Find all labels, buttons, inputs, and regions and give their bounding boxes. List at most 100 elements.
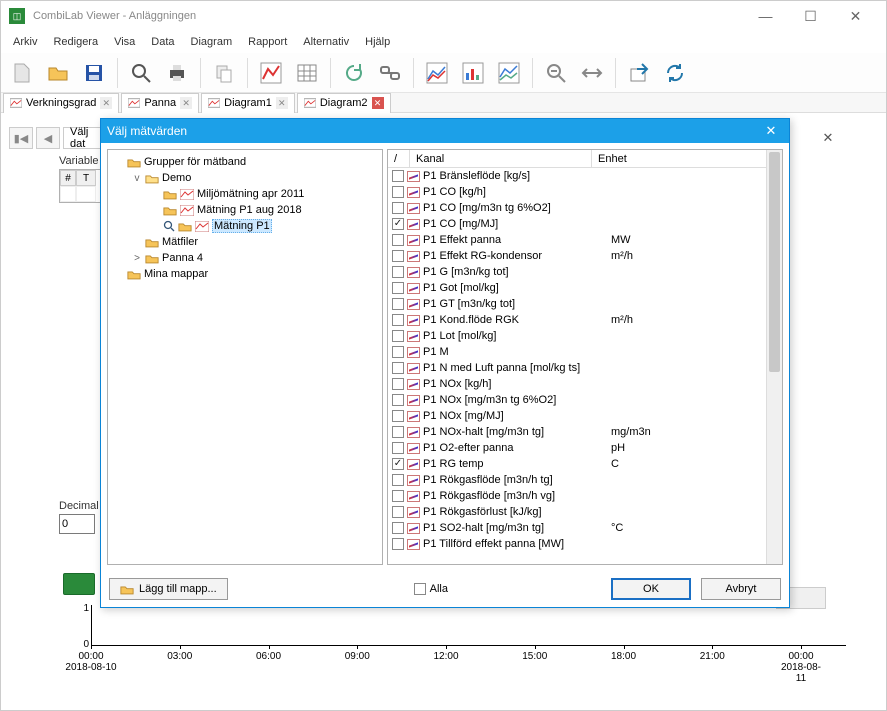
bar-chart-button[interactable]	[456, 56, 490, 90]
alla-checkbox[interactable]	[414, 583, 426, 595]
list-row[interactable]: P1 Rökgasflöde [m3n/h vg]	[388, 488, 782, 504]
grid-header-num[interactable]: #	[60, 170, 76, 186]
tab-diagram1[interactable]: Diagram1✕	[201, 93, 295, 113]
tree-item[interactable]: >Panna 4	[110, 250, 380, 266]
list-row[interactable]: P1 Kond.flöde RGKm²/h	[388, 312, 782, 328]
row-checkbox[interactable]	[392, 490, 404, 502]
menu-redigera[interactable]: Redigera	[45, 34, 106, 50]
apply-button[interactable]	[63, 573, 95, 595]
list-row[interactable]: P1 N med Luft panna [mol/kg ts]	[388, 360, 782, 376]
menu-alternativ[interactable]: Alternativ	[295, 34, 357, 50]
list-row[interactable]: P1 GT [m3n/kg tot]	[388, 296, 782, 312]
menu-diagram[interactable]: Diagram	[183, 34, 241, 50]
row-checkbox[interactable]	[392, 250, 404, 262]
tab-diagram2[interactable]: Diagram2✕	[297, 93, 391, 113]
tree-toggle[interactable]: v	[132, 173, 142, 184]
line-chart-button[interactable]	[254, 56, 288, 90]
row-checkbox[interactable]	[392, 170, 404, 182]
refresh-button[interactable]	[337, 56, 371, 90]
export-button[interactable]	[622, 56, 656, 90]
tab-close-icon[interactable]: ✕	[372, 97, 384, 109]
row-checkbox[interactable]	[392, 234, 404, 246]
tree-item[interactable]: Miljömätning apr 2011	[110, 186, 380, 202]
row-checkbox[interactable]	[392, 282, 404, 294]
sync-button[interactable]	[658, 56, 692, 90]
tree-item[interactable]: Mina mappar	[110, 266, 380, 282]
list-row[interactable]: P1 Bränsleflöde [kg/s]	[388, 168, 782, 184]
cancel-button[interactable]: Avbryt	[701, 578, 781, 600]
multi-chart2-button[interactable]	[492, 56, 526, 90]
list-row[interactable]: P1 NOx [mg/m3n tg 6%O2]	[388, 392, 782, 408]
list-row[interactable]: P1 M	[388, 344, 782, 360]
list-row[interactable]: P1 NOx-halt [mg/m3n tg]mg/m3n	[388, 424, 782, 440]
add-folder-button[interactable]: Lägg till mapp...	[109, 578, 228, 600]
save-button[interactable]	[77, 56, 111, 90]
list-row[interactable]: P1 NOx [mg/MJ]	[388, 408, 782, 424]
minimize-button[interactable]: —	[743, 2, 788, 30]
scrollbar[interactable]	[766, 150, 782, 564]
row-checkbox[interactable]	[392, 314, 404, 326]
tab-verkningsgrad[interactable]: Verkningsgrad✕	[3, 93, 119, 113]
tree-item[interactable]: Grupper för mätband	[110, 154, 380, 170]
list-row[interactable]: P1 G [m3n/kg tot]	[388, 264, 782, 280]
row-checkbox[interactable]	[392, 378, 404, 390]
list-row[interactable]: P1 Effekt pannaMW	[388, 232, 782, 248]
tab-close-icon[interactable]: ✕	[276, 97, 288, 109]
row-checkbox[interactable]	[392, 442, 404, 454]
menu-visa[interactable]: Visa	[106, 34, 143, 50]
zoom-out-button[interactable]	[539, 56, 573, 90]
list-row[interactable]: P1 SO2-halt [mg/m3n tg]°C	[388, 520, 782, 536]
row-checkbox[interactable]	[392, 362, 404, 374]
list-rows[interactable]: P1 Bränsleflöde [kg/s]P1 CO [kg/h]P1 CO …	[388, 168, 782, 564]
menu-data[interactable]: Data	[143, 34, 182, 50]
row-checkbox[interactable]	[392, 410, 404, 422]
menu-hjälp[interactable]: Hjälp	[357, 34, 398, 50]
decimal-input[interactable]	[59, 514, 95, 534]
tab-panna[interactable]: Panna✕	[121, 93, 199, 113]
list-row[interactable]: P1 CO [mg/MJ]	[388, 216, 782, 232]
grid-header-t[interactable]: T	[76, 170, 96, 186]
row-checkbox[interactable]	[392, 186, 404, 198]
tab-close-icon[interactable]: ✕	[180, 97, 192, 109]
row-checkbox[interactable]	[392, 298, 404, 310]
ok-button[interactable]: OK	[611, 578, 691, 600]
list-row[interactable]: P1 Tillförd effekt panna [MW]	[388, 536, 782, 552]
list-row[interactable]: P1 CO [mg/m3n tg 6%O2]	[388, 200, 782, 216]
tab-close-icon[interactable]: ✕	[100, 97, 112, 109]
dialog-titlebar[interactable]: Välj mätvärden ✕	[101, 119, 789, 143]
list-row[interactable]: P1 Rökgasflöde [m3n/h tg]	[388, 472, 782, 488]
tree-item[interactable]: vDemo	[110, 170, 380, 186]
col-enhet[interactable]: Enhet	[592, 150, 782, 167]
row-checkbox[interactable]	[392, 394, 404, 406]
list-row[interactable]: P1 NOx [kg/h]	[388, 376, 782, 392]
print-button[interactable]	[160, 56, 194, 90]
list-row[interactable]: P1 CO [kg/h]	[388, 184, 782, 200]
list-row[interactable]: P1 Lot [mol/kg]	[388, 328, 782, 344]
row-checkbox[interactable]	[392, 474, 404, 486]
tree-item[interactable]: Mätfiler	[110, 234, 380, 250]
panel-close-button[interactable]: ✕	[820, 130, 836, 146]
copy-button[interactable]	[207, 56, 241, 90]
tree-toggle[interactable]: >	[132, 253, 142, 264]
row-checkbox[interactable]	[392, 458, 404, 470]
row-checkbox[interactable]	[392, 506, 404, 518]
multi-chart1-button[interactable]	[420, 56, 454, 90]
row-checkbox[interactable]	[392, 266, 404, 278]
row-checkbox[interactable]	[392, 330, 404, 342]
col-kanal[interactable]: Kanal	[410, 150, 592, 167]
open-file-button[interactable]	[41, 56, 75, 90]
table-button[interactable]	[290, 56, 324, 90]
fit-width-button[interactable]	[575, 56, 609, 90]
row-checkbox[interactable]	[392, 522, 404, 534]
menu-rapport[interactable]: Rapport	[240, 34, 295, 50]
nav-first-button[interactable]: ▮◀	[9, 127, 33, 149]
list-row[interactable]: P1 Rökgasförlust [kJ/kg]	[388, 504, 782, 520]
list-row[interactable]: P1 O2-efter pannapH	[388, 440, 782, 456]
col-sort[interactable]: /	[388, 150, 410, 167]
new-file-button[interactable]	[5, 56, 39, 90]
scrollbar-thumb[interactable]	[769, 152, 780, 372]
row-checkbox[interactable]	[392, 218, 404, 230]
row-checkbox[interactable]	[392, 426, 404, 438]
tree-pane[interactable]: Grupper för mätbandvDemoMiljömätning apr…	[107, 149, 383, 565]
row-checkbox[interactable]	[392, 346, 404, 358]
